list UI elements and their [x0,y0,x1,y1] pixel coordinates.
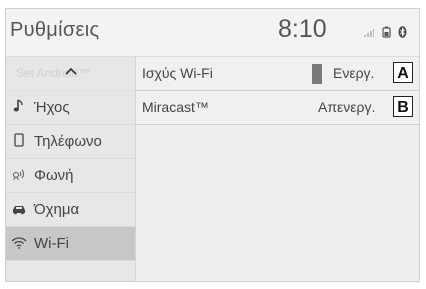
sidebar-item-label: Τηλέφωνο [34,133,102,150]
wifi-icon [8,236,30,252]
chevron-up-icon[interactable] [64,63,78,79]
music-note-icon [8,99,30,116]
clock: 8:10 [278,15,327,43]
settings-list: Ισχύς Wi-Fi Ενεργ. A Miracast™ Απενεργ. … [136,57,419,281]
sidebar-item-phone[interactable]: Τηλέφωνο [6,125,135,159]
settings-screen: Ρυθμίσεις 8:10 Set Android™ Ήχος Τηλέφων… [5,8,420,282]
miracast-row[interactable]: Miracast™ Απενεργ. B [136,91,419,125]
sidebar-item-vehicle[interactable]: Όχημα [6,193,135,227]
header-bar: Ρυθμίσεις 8:10 [6,9,419,57]
sidebar-item-label: Wi-Fi [34,235,69,252]
phone-icon [8,133,30,150]
sidebar-item-label: Φωνή [34,167,74,184]
bluetooth-icon [398,25,407,43]
wifi-power-row[interactable]: Ισχύς Wi-Fi Ενεργ. A [136,57,419,91]
sidebar-item-label: Ήχος [34,99,70,116]
status-icons [363,25,407,43]
signal-icon [363,25,375,43]
sidebar-item-voice[interactable]: Φωνή [6,159,135,193]
sidebar-item-label: Όχημα [34,201,80,218]
callout-a: A [393,62,413,83]
toggle-indicator [312,64,322,84]
sidebar-scroll-up[interactable]: Set Android™ [6,57,135,91]
wifi-power-status: Ενεργ. [333,65,375,81]
car-icon [8,202,30,218]
miracast-status: Απενεργ. [318,99,376,115]
sidebar-item-sound[interactable]: Ήχος [6,91,135,125]
page-title: Ρυθμίσεις [10,19,100,41]
callout-b: B [393,96,413,117]
voice-icon [8,167,30,184]
wifi-power-label: Ισχύς Wi-Fi [142,65,213,81]
battery-icon [382,25,391,43]
sidebar-item-wifi[interactable]: Wi-Fi [6,227,135,261]
sidebar: Set Android™ Ήχος Τηλέφωνο Φωνή Όχημα Wi… [6,57,136,281]
miracast-label: Miracast™ [142,99,209,115]
sidebar-item-faded: Set Android™ [16,66,91,80]
